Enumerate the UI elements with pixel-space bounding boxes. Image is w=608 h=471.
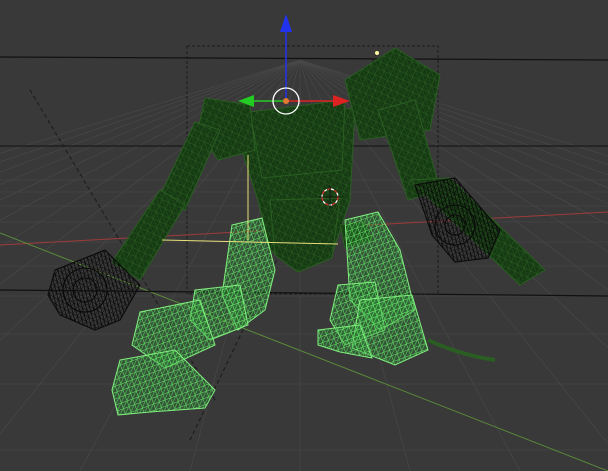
robot-pelvis: [269, 197, 341, 273]
gizmo-center: [283, 98, 289, 104]
3d-viewport[interactable]: [0, 0, 608, 471]
robot-left-forearm: [111, 189, 186, 281]
robot-chest-plate: [249, 99, 346, 179]
robot-right-hand: [414, 177, 501, 263]
bone-tip-marker: [375, 51, 379, 55]
gizmo-z-arrowhead: [280, 14, 292, 32]
robot-left-foot: [111, 349, 216, 416]
robot-cable: [427, 338, 496, 362]
scene-canvas[interactable]: [0, 0, 608, 471]
horizon-line: [0, 56, 608, 61]
